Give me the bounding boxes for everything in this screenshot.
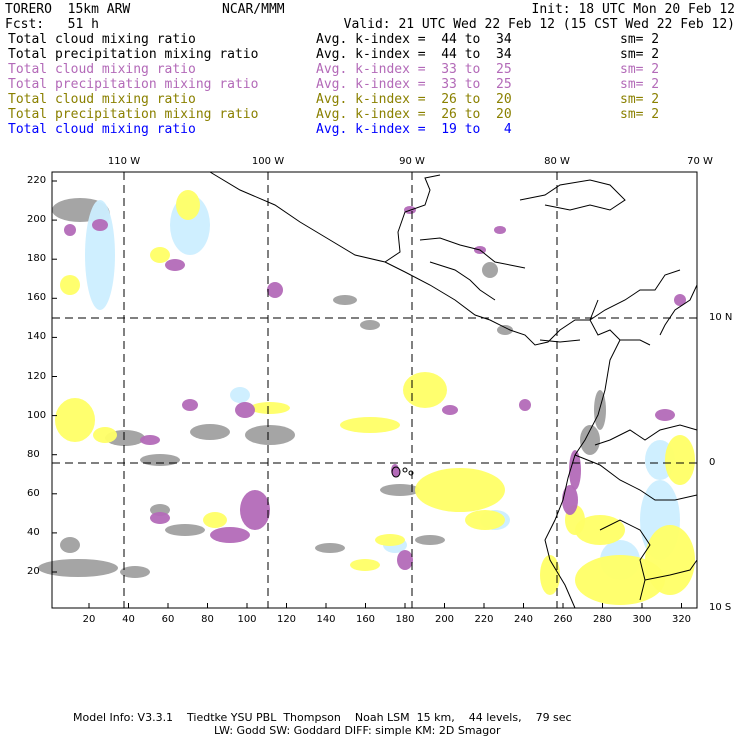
gray-cloud-area bbox=[245, 425, 295, 445]
yellow-cloud-area bbox=[176, 190, 200, 220]
purple-cloud-area bbox=[494, 226, 506, 234]
coastline bbox=[384, 261, 681, 346]
top-lon-label: 70 W bbox=[687, 156, 713, 167]
x-tick-label: 120 bbox=[276, 614, 297, 625]
purple-cloud-area bbox=[655, 409, 675, 421]
y-tick-label: 200 bbox=[27, 214, 47, 226]
top-lon-label: 100 W bbox=[251, 156, 285, 167]
yellow-cloud-area bbox=[645, 525, 695, 595]
gray-cloud-area bbox=[415, 535, 445, 545]
x-tick-label: 140 bbox=[316, 614, 336, 625]
purple-cloud-area bbox=[92, 219, 108, 231]
yellow-cloud-area bbox=[340, 417, 400, 433]
purple-cloud-area bbox=[240, 490, 270, 530]
yellow-cloud-area bbox=[403, 372, 447, 408]
gray-cloud-area bbox=[482, 262, 498, 278]
yellow-cloud-area bbox=[55, 398, 95, 442]
weather-map-page: TORERO 15km ARW NCAR/MMM Init: 18 UTC Mo… bbox=[0, 0, 740, 740]
island bbox=[402, 467, 408, 473]
gray-cloud-area bbox=[360, 320, 380, 330]
coastline bbox=[209, 171, 441, 263]
gray-cloud-area bbox=[333, 295, 357, 305]
purple-cloud-area bbox=[165, 259, 185, 271]
y-tick-label: 20 bbox=[27, 566, 40, 577]
yellow-cloud-area bbox=[203, 512, 227, 528]
coastline bbox=[519, 179, 626, 211]
yellow-cloud-area bbox=[350, 559, 380, 571]
lightblue-cloud-area bbox=[230, 387, 250, 403]
map-plot bbox=[38, 171, 698, 609]
y-tick-label: 100 bbox=[27, 409, 47, 421]
yellow-cloud-area bbox=[375, 534, 405, 546]
yellow-cloud-area bbox=[60, 275, 80, 295]
yellow-cloud-area bbox=[250, 402, 290, 414]
gray-cloud-area bbox=[380, 484, 420, 496]
gray-cloud-area bbox=[140, 454, 180, 466]
x-tick-label: 160 bbox=[355, 614, 376, 625]
y-tick-label: 180 bbox=[27, 253, 47, 265]
yellow-cloud-area bbox=[465, 510, 505, 530]
gray-cloud-area bbox=[594, 390, 606, 430]
purple-cloud-area bbox=[519, 399, 531, 411]
gray-cloud-area bbox=[315, 543, 345, 553]
y-tick-label: 80 bbox=[27, 448, 40, 460]
y-tick-label: 60 bbox=[27, 487, 40, 499]
purple-cloud-area bbox=[562, 485, 578, 515]
coastline bbox=[539, 339, 581, 343]
purple-cloud-area bbox=[210, 527, 250, 543]
yellow-cloud-area bbox=[665, 435, 695, 485]
right-lat-label: 0 bbox=[709, 457, 716, 468]
yellow-cloud-area bbox=[93, 427, 117, 443]
purple-cloud-area bbox=[235, 402, 255, 418]
x-tick-label: 300 bbox=[632, 614, 652, 625]
yellow-cloud-area bbox=[415, 468, 505, 512]
gray-cloud-area bbox=[165, 524, 205, 536]
y-tick-label: 160 bbox=[27, 292, 47, 304]
y-tick-label: 220 bbox=[27, 175, 47, 186]
top-lon-label: 90 W bbox=[399, 156, 425, 167]
model-info-line2: LW: Godd SW: Goddard DIFF: simple KM: 2D… bbox=[214, 724, 501, 737]
x-tick-label: 20 bbox=[82, 614, 96, 625]
y-tick-label: 120 bbox=[27, 370, 47, 382]
purple-cloud-area bbox=[267, 282, 283, 298]
gray-cloud-area bbox=[60, 537, 80, 553]
x-tick-label: 320 bbox=[671, 614, 692, 625]
model-info-line1: Model Info: V3.3.1 Tiedtke YSU PBL Thomp… bbox=[73, 711, 572, 724]
gray-cloud-area bbox=[190, 424, 230, 440]
x-tick-label: 200 bbox=[434, 614, 455, 625]
x-tick-label: 180 bbox=[395, 614, 415, 625]
top-lon-label: 80 W bbox=[544, 156, 570, 167]
purple-cloud-area bbox=[397, 550, 413, 570]
x-tick-label: 40 bbox=[122, 614, 135, 625]
purple-cloud-area bbox=[182, 399, 198, 411]
right-lat-label: 10 N bbox=[709, 312, 733, 323]
purple-cloud-area bbox=[64, 224, 76, 236]
x-tick-label: 260 bbox=[553, 614, 573, 625]
lightblue-cloud-area bbox=[85, 200, 115, 310]
x-tick-label: 100 bbox=[237, 614, 257, 625]
x-tick-label: 240 bbox=[513, 614, 534, 625]
top-lon-label: 110 W bbox=[107, 156, 141, 167]
coastline bbox=[589, 299, 651, 346]
right-lat-label: 10 S bbox=[709, 602, 732, 613]
x-tick-label: 80 bbox=[201, 614, 214, 625]
x-tick-label: 220 bbox=[474, 614, 494, 625]
purple-cloud-area bbox=[442, 405, 458, 415]
y-tick-label: 140 bbox=[27, 331, 47, 343]
coastline bbox=[659, 284, 698, 336]
galapagos-island bbox=[391, 466, 401, 478]
x-tick-label: 60 bbox=[161, 614, 175, 625]
y-tick-label: 40 bbox=[27, 526, 40, 538]
gray-cloud-area bbox=[38, 559, 118, 577]
purple-cloud-area bbox=[140, 435, 160, 445]
x-tick-label: 280 bbox=[592, 614, 613, 625]
purple-cloud-area bbox=[150, 512, 170, 524]
yellow-cloud-area bbox=[150, 247, 170, 263]
